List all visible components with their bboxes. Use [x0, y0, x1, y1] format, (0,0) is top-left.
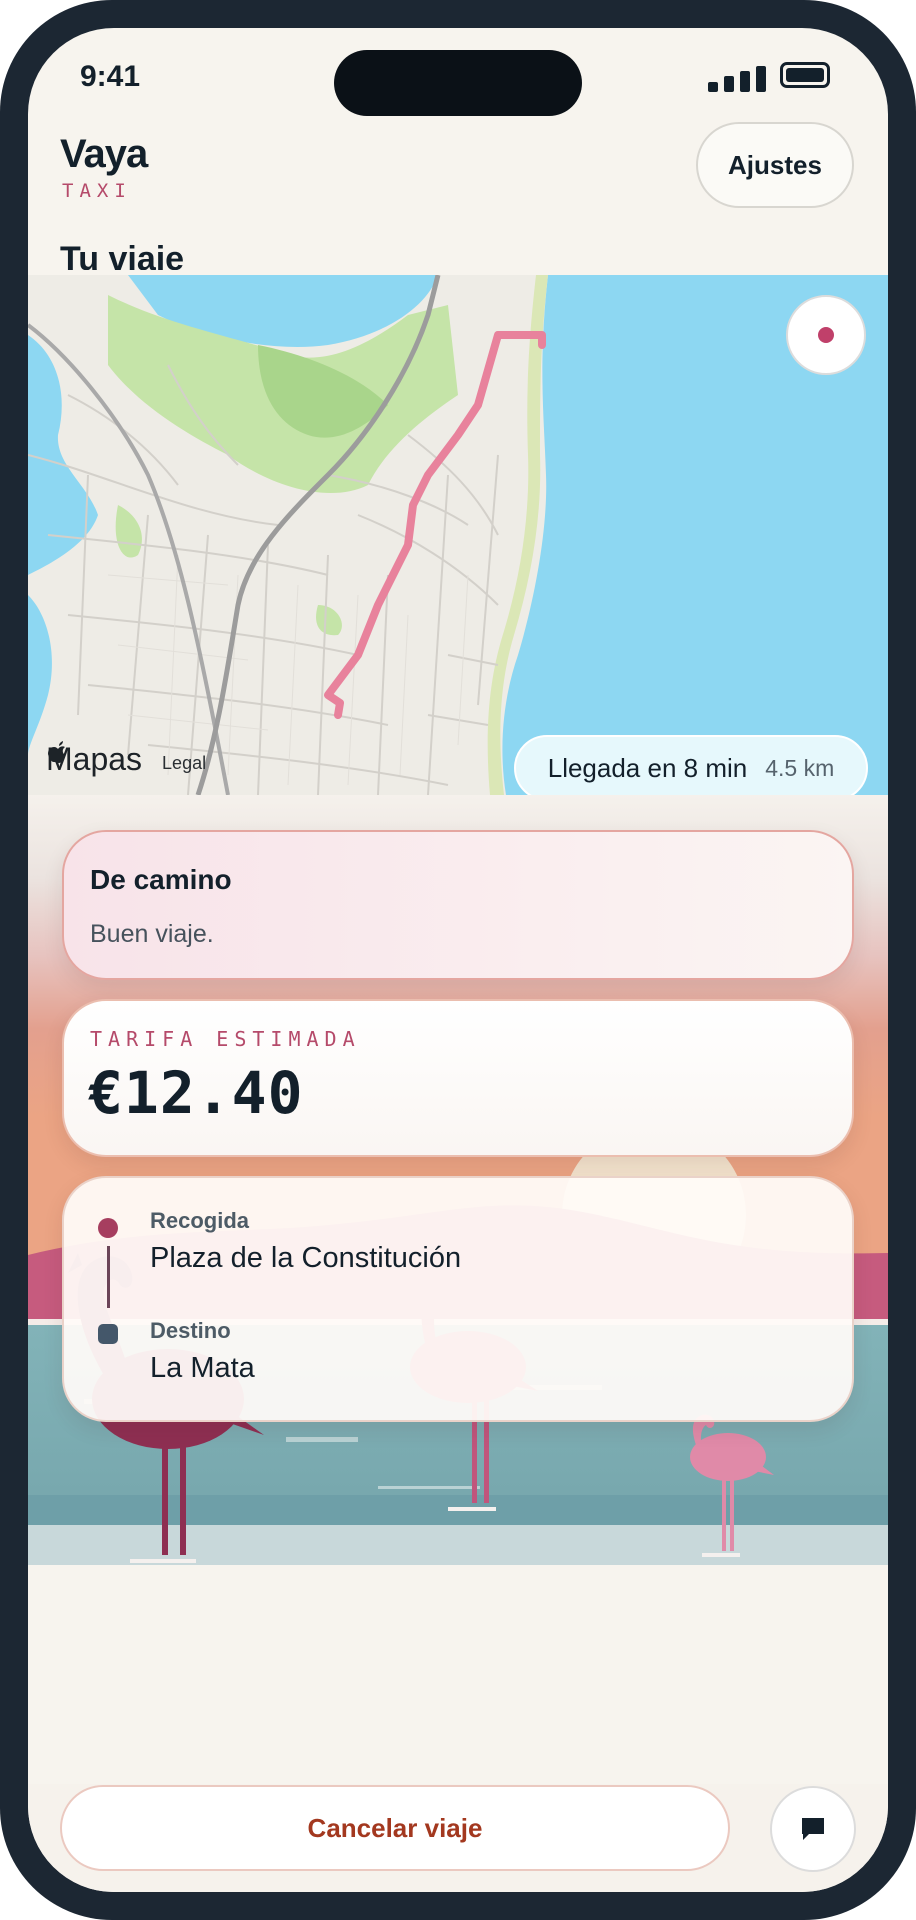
- maps-attribution: Mapas Legal: [46, 741, 206, 778]
- locate-me-button[interactable]: [786, 295, 866, 375]
- fare-card: TARIFA ESTIMADA €12.40: [62, 999, 854, 1157]
- page-title: Tu viaje: [60, 240, 185, 270]
- route-connector-line: [107, 1246, 110, 1308]
- eta-pill: Llegada en 8 min 4.5 km: [514, 735, 868, 795]
- dynamic-island: [334, 50, 582, 116]
- pickup-label: Recogida: [150, 1208, 250, 1233]
- map-canvas[interactable]: [28, 275, 888, 795]
- app-screen: 9:41 Vaya TAXI Ajustes Tu viaje Mapas Le…: [28, 28, 888, 1892]
- status-subtitle: Buen viaje.: [90, 920, 214, 948]
- brand-subtitle: TAXI: [62, 180, 132, 202]
- chat-button[interactable]: [770, 1786, 856, 1872]
- route-card: Recogida Plaza de la Constitución Destin…: [62, 1176, 854, 1422]
- maps-legal-link[interactable]: Legal: [162, 753, 206, 774]
- chat-bubble-icon: [802, 1818, 824, 1840]
- settings-button[interactable]: Ajustes: [696, 122, 854, 208]
- eta-distance: 4.5 km: [765, 754, 835, 781]
- destination-label: Destino: [150, 1318, 231, 1343]
- destination-address: La Mata: [150, 1352, 255, 1384]
- battery-icon: [780, 62, 830, 88]
- fare-value: €12.40: [88, 1059, 304, 1127]
- phone-frame: 9:41 Vaya TAXI Ajustes Tu viaje Mapas Le…: [0, 0, 916, 1920]
- eta-text: Llegada en 8 min: [547, 752, 748, 783]
- pickup-address: Plaza de la Constitución: [150, 1242, 462, 1274]
- fare-label: TARIFA ESTIMADA: [90, 1027, 361, 1051]
- cellular-signal-icon: [708, 64, 766, 92]
- pickup-dot-icon: [98, 1218, 118, 1238]
- destination-square-icon: [98, 1324, 118, 1344]
- apple-logo-icon: [48, 741, 65, 763]
- trip-status-card: De camino Buen viaje.: [62, 830, 854, 980]
- status-title: De camino: [90, 864, 232, 895]
- location-dot-icon: [818, 327, 834, 343]
- brand-name: Vaya: [60, 132, 148, 176]
- status-time: 9:41: [80, 60, 141, 93]
- cancel-trip-button[interactable]: Cancelar viaje: [60, 1785, 730, 1871]
- trip-map[interactable]: Mapas Legal Llegada en 8 min 4.5 km: [28, 275, 888, 795]
